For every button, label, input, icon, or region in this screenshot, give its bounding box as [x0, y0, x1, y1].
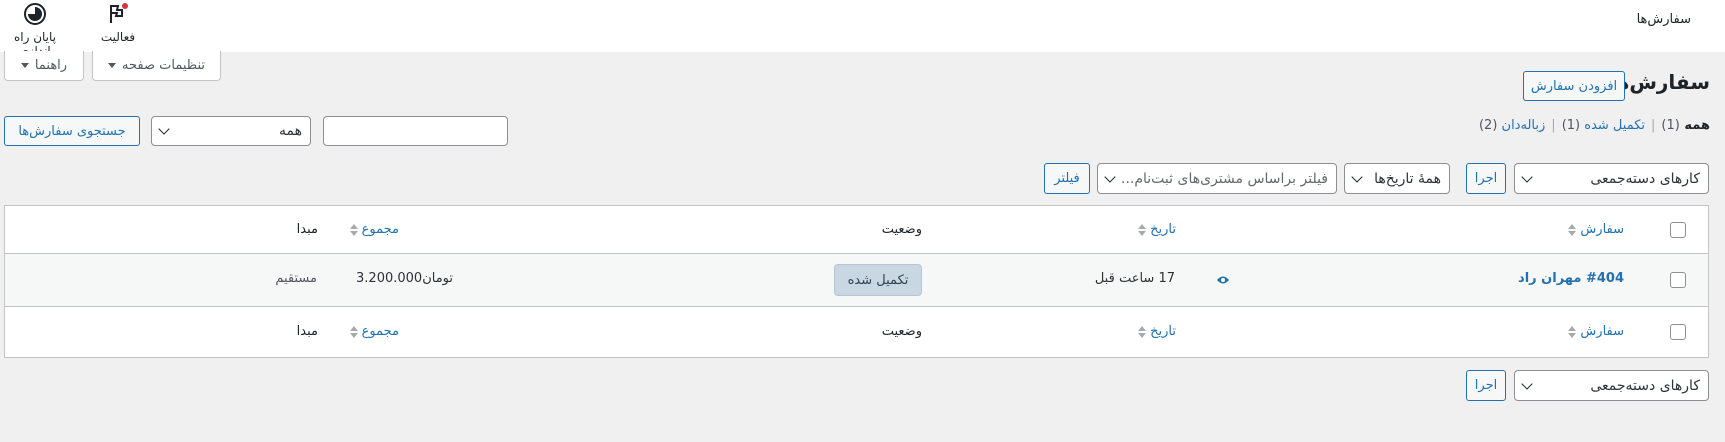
chevron-down-icon [158, 123, 170, 135]
filter-button[interactable]: فیلتر [1044, 163, 1090, 194]
sort-total-column[interactable]: مجموع [349, 222, 399, 237]
notification-dot [122, 3, 128, 9]
sort-icon [1568, 325, 1577, 338]
date-filter-select[interactable]: همهٔ تاریخ‌ها [1344, 163, 1450, 194]
row-checkbox[interactable] [1670, 272, 1686, 288]
column-date-label: تاریخ [1150, 222, 1176, 237]
select-all-checkbox-footer[interactable] [1670, 324, 1686, 340]
caret-down-icon [108, 63, 117, 68]
progress-circle-icon [24, 3, 46, 25]
sort-total-column-footer[interactable]: مجموع [349, 324, 399, 339]
sort-date-column[interactable]: تاریخ [1138, 222, 1176, 237]
column-date-label: تاریخ [1150, 324, 1176, 339]
flag-icon [110, 3, 128, 23]
chevron-down-icon [1351, 170, 1363, 183]
apply-button-bottom[interactable]: اجرا [1466, 370, 1506, 401]
orders-table: سفارش تاریخ وضعیت مجموع مبدا #404 مهران … [4, 205, 1709, 358]
table-footer-row: سفارش تاریخ وضعیت مجموع مبدا [5, 308, 1708, 357]
view-completed-label: تکمیل شده [1584, 118, 1646, 133]
finish-setup-button[interactable]: پایان راه اندازی [0, 2, 70, 58]
chevron-down-icon [1521, 170, 1533, 183]
apply-button-top[interactable]: اجرا [1466, 163, 1506, 194]
table-header-row: سفارش تاریخ وضعیت مجموع مبدا [5, 206, 1708, 254]
help-button[interactable]: راهنما [4, 51, 84, 81]
help-label: راهنما [34, 58, 68, 73]
caret-down-icon [20, 63, 29, 68]
screen-options-button[interactable]: تنظیمات صفحه [92, 51, 221, 81]
view-completed-count: (1) [1561, 118, 1581, 133]
order-link[interactable]: #404 مهران راد [1518, 271, 1624, 286]
bulk-actions-select-top[interactable]: کارهای دسته‌جمعی [1514, 163, 1709, 194]
customer-filter-placeholder: فیلتر براساس مشتری‌های ثبت‌نام... [1121, 170, 1328, 187]
order-search-input[interactable] [323, 116, 508, 146]
top-bar-page-label: سفارش‌ها [1636, 12, 1691, 27]
column-status: وضعیت [881, 222, 922, 237]
top-bar: سفارش‌ها فعالیت پایان راه اندازی [0, 0, 1725, 58]
activity-label: فعالیت [100, 30, 136, 44]
sort-order-column[interactable]: سفارش [1568, 222, 1624, 237]
date-filter-value: همهٔ تاریخ‌ها [1374, 170, 1441, 187]
order-date: 17 ساعت قبل [1094, 271, 1175, 286]
status-select-value: همه [279, 123, 302, 139]
view-completed[interactable]: تکمیل شده (1) [1562, 118, 1645, 133]
column-status-footer: وضعیت [881, 324, 922, 339]
view-separator: | [1551, 118, 1556, 133]
search-orders-button[interactable]: جستجوی سفارش‌ها [4, 116, 140, 146]
status-badge: تکمیل شده [834, 264, 922, 296]
view-trash-count: (2) [1478, 118, 1498, 133]
bulk-actions-value-bottom: کارهای دسته‌جمعی [1590, 377, 1700, 394]
bulk-actions-select-bottom[interactable]: کارهای دسته‌جمعی [1514, 370, 1709, 401]
sort-icon [1138, 325, 1147, 338]
view-all-count: (1) [1661, 118, 1680, 133]
table-row[interactable]: #404 مهران راد 17 ساعت قبل تکمیل شده 3.2… [5, 254, 1708, 307]
select-all-checkbox[interactable] [1670, 222, 1686, 238]
column-total-label: مجموع [361, 222, 399, 237]
status-views: همه (1) | تکمیل شده (1) | زباله‌دان (2) [1479, 118, 1710, 133]
sort-icon [1138, 223, 1147, 236]
status-select[interactable]: همه [151, 116, 311, 146]
screen-options-label: تنظیمات صفحه [122, 58, 205, 73]
bulk-actions-value: کارهای دسته‌جمعی [1590, 170, 1700, 187]
chevron-down-icon [1104, 170, 1116, 183]
sort-date-column-footer[interactable]: تاریخ [1138, 324, 1176, 339]
column-origin: مبدا [296, 222, 318, 237]
view-all-label: همه [1684, 118, 1710, 133]
view-trash[interactable]: زباله‌دان (2) [1479, 118, 1545, 133]
sort-icon [349, 223, 358, 236]
sort-icon [1568, 223, 1577, 236]
column-order-label: سفارش [1580, 324, 1624, 339]
column-order-label: سفارش [1580, 222, 1624, 237]
order-total: 3.200.000تومان [356, 271, 453, 286]
customer-filter-select[interactable]: فیلتر براساس مشتری‌های ثبت‌نام... [1097, 163, 1337, 194]
activity-button[interactable]: فعالیت [92, 2, 144, 44]
sort-icon [349, 325, 358, 338]
view-all[interactable]: همه (1) [1661, 118, 1710, 133]
add-order-button[interactable]: افزودن سفارش [1523, 71, 1625, 101]
eye-icon[interactable] [1216, 274, 1230, 286]
chevron-down-icon [1521, 377, 1533, 390]
column-total-label: مجموع [361, 324, 399, 339]
column-origin-footer: مبدا [296, 324, 318, 339]
sort-order-column-footer[interactable]: سفارش [1568, 324, 1624, 339]
view-separator: | [1651, 118, 1656, 133]
view-trash-label: زباله‌دان [1501, 118, 1546, 133]
order-origin: مستقیم [275, 271, 317, 286]
